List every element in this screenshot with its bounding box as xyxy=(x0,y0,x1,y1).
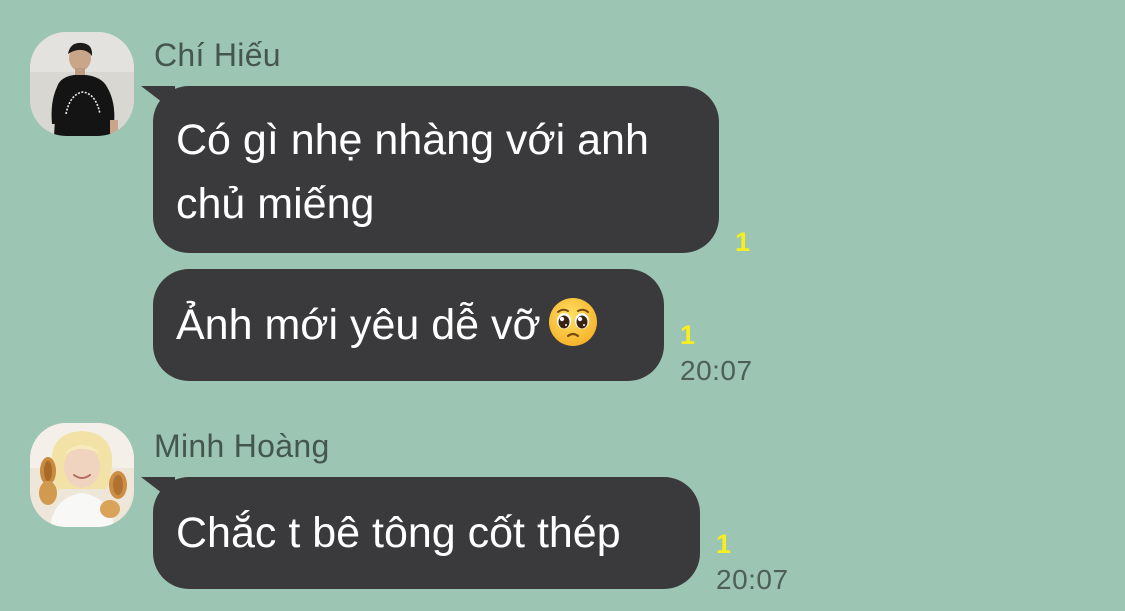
message-bubble[interactable]: Chắc t bê tông cốt thép xyxy=(153,477,700,589)
read-count: 1 xyxy=(716,529,732,559)
pleading-face-emoji-icon xyxy=(547,296,599,348)
sender-name: Minh Hoàng xyxy=(154,428,330,464)
message-line: Chắc t bê tông cốt thép xyxy=(176,509,621,557)
message-line: chủ miếng xyxy=(176,180,375,228)
read-count: 1 xyxy=(735,227,751,257)
read-count: 1 xyxy=(680,320,696,350)
avatar-photo xyxy=(30,423,134,527)
avatar-minh-hoang[interactable] xyxy=(30,423,134,527)
message-timestamp: 20:07 xyxy=(680,355,753,386)
avatar-chi-hieu[interactable] xyxy=(30,32,134,136)
message-text: Ảnh mới yêu dễ vỡ xyxy=(176,301,541,349)
message-line: Có gì nhẹ nhàng với anh xyxy=(176,116,649,164)
message-line: Ảnh mới yêu dễ vỡ xyxy=(176,293,641,357)
avatar-photo xyxy=(30,32,134,136)
sender-name: Chí Hiếu xyxy=(154,37,281,73)
message-timestamp: 20:07 xyxy=(716,564,789,595)
message-bubble[interactable]: Ảnh mới yêu dễ vỡ xyxy=(153,269,664,381)
message-bubble[interactable]: Có gì nhẹ nhàng với anh chủ miếng xyxy=(153,86,719,253)
